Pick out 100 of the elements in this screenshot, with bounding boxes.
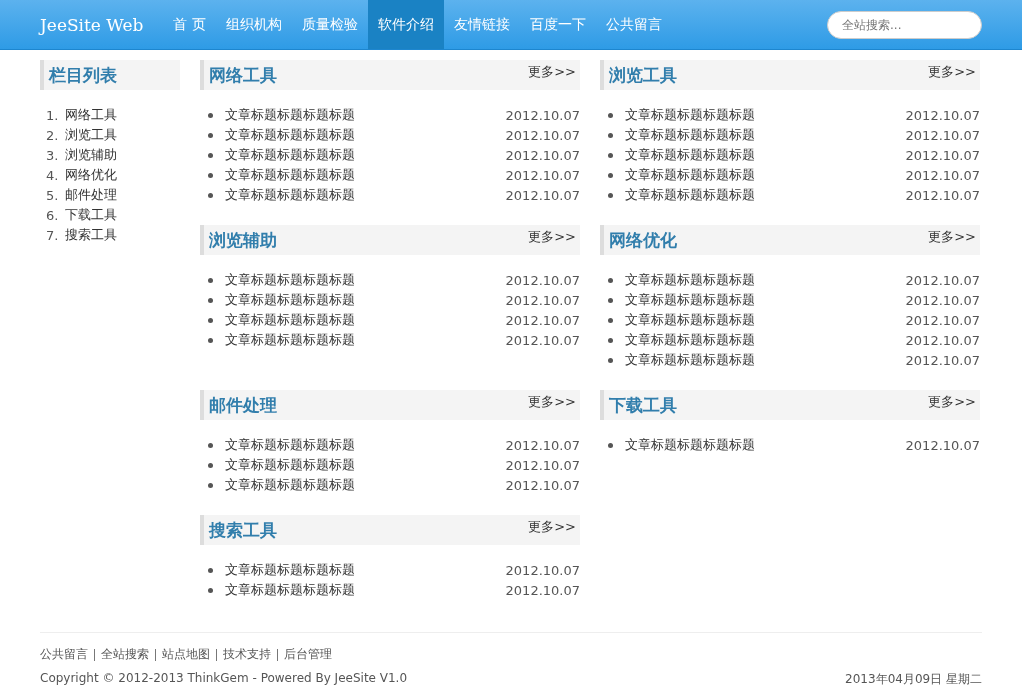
article-link[interactable]: 文章标题标题标题标题 xyxy=(225,106,506,124)
bullet-icon xyxy=(608,277,613,283)
article-date: 2012.10.07 xyxy=(505,292,580,308)
article-link[interactable]: 文章标题标题标题标题 xyxy=(625,291,906,309)
bullet-icon xyxy=(608,172,613,178)
category-link[interactable]: 搜索工具 xyxy=(65,226,117,244)
more-link[interactable]: 更多>> xyxy=(528,393,576,411)
article-link[interactable]: 文章标题标题标题标题 xyxy=(625,106,906,124)
bullet-icon xyxy=(208,132,213,138)
nav-item[interactable]: 软件介绍 xyxy=(367,0,444,49)
article-link[interactable]: 文章标题标题标题标题 xyxy=(625,436,906,454)
section-title: 搜索工具 xyxy=(209,518,277,542)
bullet-icon xyxy=(608,152,613,158)
article-link[interactable]: 文章标题标题标题标题 xyxy=(625,146,906,164)
bullet-icon xyxy=(208,112,213,118)
bullet-icon xyxy=(608,112,613,118)
article-link[interactable]: 文章标题标题标题标题 xyxy=(225,331,506,349)
footer-link[interactable]: 技术支持 xyxy=(223,646,271,663)
bullet-icon xyxy=(608,442,613,448)
article-link[interactable]: 文章标题标题标题标题 xyxy=(625,166,906,184)
bullet-icon xyxy=(208,482,213,488)
bullet-icon xyxy=(608,337,613,343)
article-link[interactable]: 文章标题标题标题标题 xyxy=(225,476,506,494)
article-date: 2012.10.07 xyxy=(505,437,580,453)
footer-link[interactable]: 后台管理 xyxy=(284,646,332,663)
article-date: 2012.10.07 xyxy=(905,292,980,308)
article-date: 2012.10.07 xyxy=(905,272,980,288)
article-date: 2012.10.07 xyxy=(505,147,580,163)
article-link[interactable]: 文章标题标题标题标题 xyxy=(225,126,506,144)
article-date: 2012.10.07 xyxy=(505,332,580,348)
article-date: 2012.10.07 xyxy=(905,332,980,348)
section-title: 下载工具 xyxy=(609,393,677,417)
article-date: 2012.10.07 xyxy=(505,457,580,473)
section-title: 网络工具 xyxy=(209,63,277,87)
bullet-icon xyxy=(208,297,213,303)
bullet-icon xyxy=(608,192,613,198)
category-link[interactable]: 浏览辅助 xyxy=(65,146,117,164)
bullet-icon xyxy=(608,132,613,138)
article-link[interactable]: 文章标题标题标题标题 xyxy=(225,271,506,289)
search-field[interactable]: 全站搜索... xyxy=(827,10,982,39)
category-link[interactable]: 下载工具 xyxy=(65,206,117,224)
article-date: 2012.10.07 xyxy=(505,187,580,203)
article-date: 2012.10.07 xyxy=(905,187,980,203)
article-link[interactable]: 文章标题标题标题标题 xyxy=(225,436,506,454)
bullet-icon xyxy=(608,297,613,303)
article-date: 2012.10.07 xyxy=(905,127,980,143)
bullet-icon xyxy=(608,317,613,323)
list-number: 6. xyxy=(46,207,60,223)
article-link[interactable]: 文章标题标题标题标题 xyxy=(625,186,906,204)
footer-link[interactable]: 全站搜索 xyxy=(101,646,149,663)
bullet-icon xyxy=(208,317,213,323)
more-link[interactable]: 更多>> xyxy=(928,63,976,81)
article-date: 2012.10.07 xyxy=(505,167,580,183)
article-date: 2012.10.07 xyxy=(505,107,580,123)
list-number: 5. xyxy=(46,187,60,203)
article-link[interactable]: 文章标题标题标题标题 xyxy=(225,146,506,164)
article-link[interactable]: 文章标题标题标题标题 xyxy=(625,351,906,369)
bullet-icon xyxy=(208,192,213,198)
article-date: 2012.10.07 xyxy=(905,312,980,328)
more-link[interactable]: 更多>> xyxy=(928,228,976,246)
section-title: 网络优化 xyxy=(609,228,677,252)
article-link[interactable]: 文章标题标题标题标题 xyxy=(225,561,506,579)
footer-date: 2013年04月09日 星期二 xyxy=(845,671,982,688)
article-link[interactable]: 文章标题标题标题标题 xyxy=(625,271,906,289)
article-link[interactable]: 文章标题标题标题标题 xyxy=(225,456,506,474)
bullet-icon xyxy=(208,337,213,343)
article-link[interactable]: 文章标题标题标题标题 xyxy=(625,331,906,349)
category-link[interactable]: 浏览工具 xyxy=(65,126,117,144)
bullet-icon xyxy=(608,357,613,363)
article-link[interactable]: 文章标题标题标题标题 xyxy=(225,311,506,329)
more-link[interactable]: 更多>> xyxy=(928,393,976,411)
list-number: 7. xyxy=(46,227,60,243)
article-date: 2012.10.07 xyxy=(505,127,580,143)
sidebar-title: 栏目列表 xyxy=(49,63,117,87)
bullet-icon xyxy=(208,442,213,448)
article-link[interactable]: 文章标题标题标题标题 xyxy=(225,186,506,204)
article-link[interactable]: 文章标题标题标题标题 xyxy=(225,166,506,184)
list-number: 2. xyxy=(46,127,60,143)
article-date: 2012.10.07 xyxy=(905,167,980,183)
copyright-text: Copyright © 2012-2013 ThinkGem - Powered By JeeSite V1.0 xyxy=(40,671,408,687)
more-link[interactable]: 更多>> xyxy=(528,518,576,536)
section-title: 邮件处理 xyxy=(209,393,277,417)
article-link[interactable]: 文章标题标题标题标题 xyxy=(225,291,506,309)
category-link[interactable]: 邮件处理 xyxy=(65,186,117,204)
footer-link[interactable]: 公共留言 xyxy=(40,646,88,663)
article-link[interactable]: 文章标题标题标题标题 xyxy=(625,126,906,144)
article-link[interactable]: 文章标题标题标题标题 xyxy=(625,311,906,329)
bullet-icon xyxy=(208,152,213,158)
category-link[interactable]: 网络优化 xyxy=(65,166,117,184)
more-link[interactable]: 更多>> xyxy=(528,63,576,81)
footer-link[interactable]: 站点地图 xyxy=(162,646,210,663)
article-date: 2012.10.07 xyxy=(505,272,580,288)
article-date: 2012.10.07 xyxy=(905,147,980,163)
article-link[interactable]: 文章标题标题标题标题 xyxy=(225,581,506,599)
list-number: 4. xyxy=(46,167,60,183)
bullet-icon xyxy=(208,172,213,178)
category-link[interactable]: 网络工具 xyxy=(65,106,117,124)
article-date: 2012.10.07 xyxy=(505,312,580,328)
more-link[interactable]: 更多>> xyxy=(528,228,576,246)
bullet-icon xyxy=(208,277,213,283)
